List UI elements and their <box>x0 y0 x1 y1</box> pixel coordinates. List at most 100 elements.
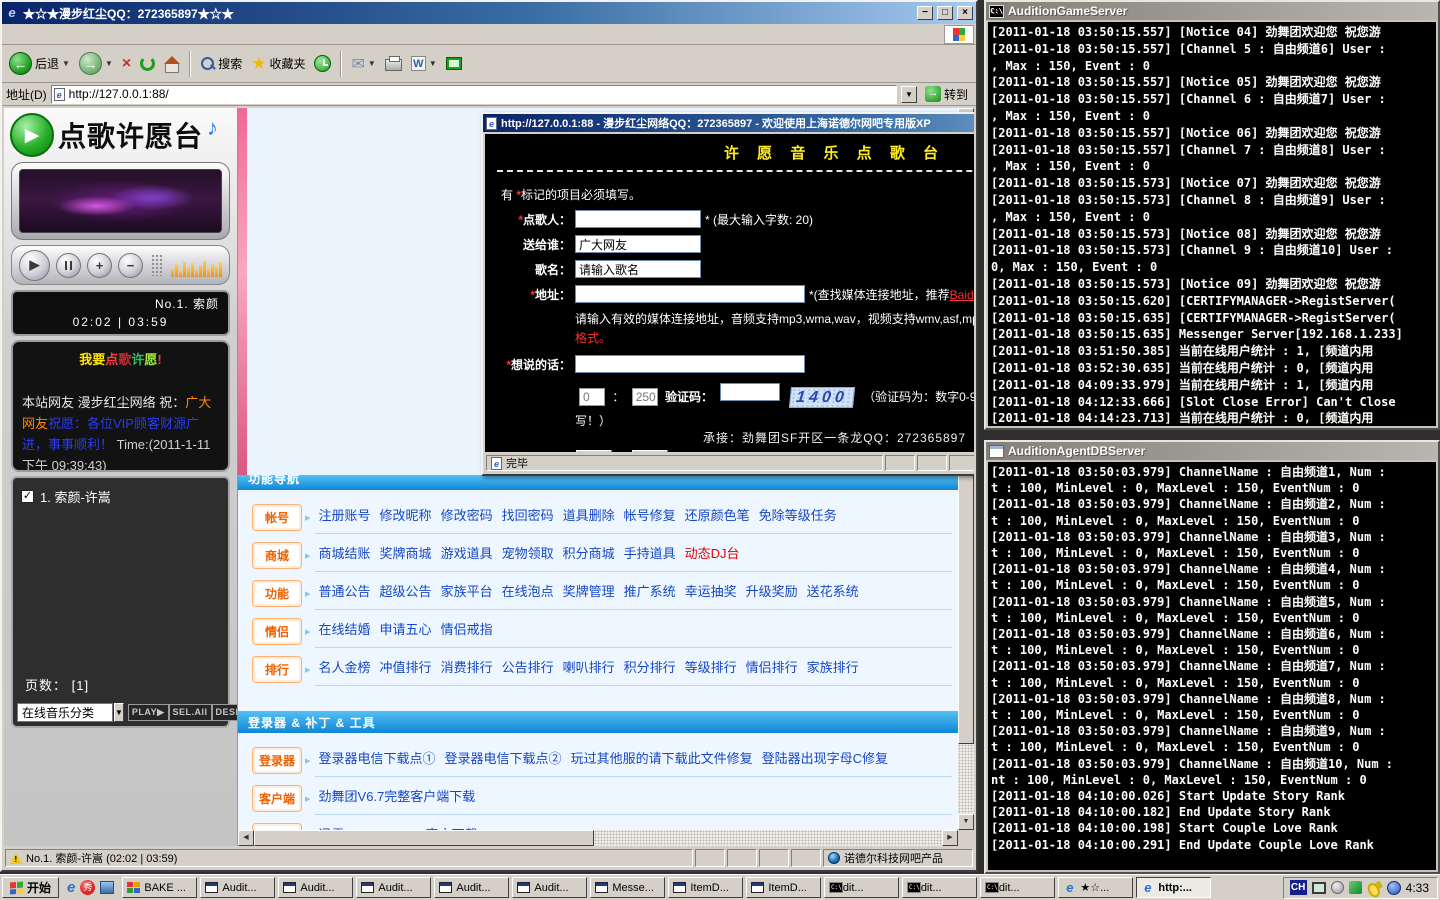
nav-link[interactable]: 幸运抽奖 <box>685 584 737 599</box>
download-link[interactable]: 玩过其他服的请下载此文件修复 <box>571 751 753 766</box>
singer-input[interactable] <box>575 210 701 228</box>
scroll-down-button[interactable]: ▼ <box>958 814 974 830</box>
refresh-button[interactable] <box>137 54 158 73</box>
url-input[interactable] <box>575 285 805 303</box>
nav-link[interactable]: 公告排行 <box>502 660 554 675</box>
console-titlebar[interactable]: C:\ AuditionGameServer <box>986 2 1438 20</box>
taskbar-task-button[interactable]: http:... <box>1136 877 1211 898</box>
close-button[interactable]: × <box>957 6 973 20</box>
nav-link[interactable]: 普通公告 <box>319 584 371 599</box>
pause-button[interactable] <box>56 253 81 278</box>
quick-launch-app-icon[interactable] <box>100 881 114 894</box>
play-button[interactable]: ▶ <box>19 250 50 281</box>
vertical-scroll-track[interactable] <box>958 744 974 814</box>
download-link[interactable]: 登录器电信下载点② <box>445 751 562 766</box>
volume-down-button[interactable]: − <box>118 253 143 278</box>
menu-view[interactable] <box>36 32 52 36</box>
nav-link[interactable]: 冲值排行 <box>380 660 432 675</box>
minimize-button[interactable]: − <box>917 6 933 20</box>
nav-link[interactable]: 找回密码 <box>502 508 554 523</box>
address-input[interactable]: e http://127.0.0.1:88/ <box>51 85 897 104</box>
nav-link[interactable]: 还原颜色笔 <box>685 508 750 523</box>
minute-input[interactable]: 0 <box>579 388 605 406</box>
nav-link[interactable]: 注册账号 <box>319 508 371 523</box>
captcha-input[interactable] <box>720 383 780 401</box>
page-number[interactable]: 页数： [1] <box>25 675 89 694</box>
volume-up-button[interactable]: + <box>87 253 112 278</box>
key-icon[interactable] <box>1366 881 1382 895</box>
nav-link[interactable]: 游戏道具 <box>441 546 493 561</box>
submit-button[interactable]: 确定 <box>575 449 613 452</box>
taskbar-task-button[interactable]: ItemD... <box>746 877 821 898</box>
playlist-item[interactable]: ✓ 1. 索颜-许嵩 <box>21 487 220 506</box>
section-label-button[interactable]: 情侣 <box>252 618 302 645</box>
nav-link[interactable]: 动态DJ台 <box>685 546 740 561</box>
network-icon[interactable] <box>1387 881 1401 895</box>
taskbar-task-button[interactable]: Audit... <box>434 877 509 898</box>
nav-link[interactable]: 送花系统 <box>807 584 859 599</box>
clear-button[interactable]: 清空 <box>631 449 669 452</box>
taskbar-task-button[interactable]: Audit... <box>512 877 587 898</box>
nav-link[interactable]: 道具删除 <box>563 508 615 523</box>
captcha-image[interactable]: 1400 <box>789 387 855 408</box>
taskbar-task-button[interactable]: Audit... <box>278 877 353 898</box>
nav-link[interactable]: 免除等级任务 <box>759 508 837 523</box>
nav-link[interactable]: 喇叭排行 <box>563 660 615 675</box>
nav-link[interactable]: 等级排行 <box>685 660 737 675</box>
nav-link[interactable]: 积分排行 <box>624 660 676 675</box>
nav-link[interactable]: 消费排行 <box>441 660 493 675</box>
scroll-right-button[interactable]: ▶ <box>942 830 958 846</box>
quick-launch-show-icon[interactable]: 秀 <box>80 880 95 895</box>
section-label-button[interactable]: 功能 <box>252 580 302 607</box>
nav-link[interactable]: 情侣排行 <box>746 660 798 675</box>
forward-button[interactable]: → ▼ <box>76 50 116 77</box>
browser-titlebar[interactable]: e ★☆★漫步红尘QQ：272365897★☆★ − □ × <box>2 2 976 24</box>
taskbar-task-button[interactable]: Audit... <box>200 877 275 898</box>
second-input[interactable]: 250 <box>632 388 658 406</box>
nav-link[interactable]: 在线泡点 <box>502 584 554 599</box>
quick-launch-ie-icon[interactable]: e <box>67 879 75 896</box>
taskbar-task-button[interactable]: BAKE ... <box>122 877 197 898</box>
message-input[interactable] <box>575 355 805 373</box>
section-label-button[interactable]: 登录器 <box>252 747 302 774</box>
display-icon[interactable] <box>1312 882 1326 894</box>
nav-link[interactable]: 奖牌管理 <box>563 584 615 599</box>
language-indicator[interactable]: CH <box>1290 880 1307 895</box>
horizontal-scroll-thumb[interactable] <box>254 830 594 846</box>
horizontal-scroll-track[interactable] <box>594 830 942 846</box>
taskbar-task-button[interactable]: Audit... <box>824 877 899 898</box>
taskbar-task-button[interactable]: Audit... <box>356 877 431 898</box>
dedicate-to-input[interactable]: 广大网友 <box>575 235 701 253</box>
nav-link[interactable]: 情侣戒指 <box>441 622 493 637</box>
playlist-action-button[interactable]: PLAY▶ <box>128 704 169 721</box>
playlist-action-button[interactable]: DESEL <box>212 704 238 721</box>
song-name-input[interactable]: 请输入歌名 <box>575 260 701 278</box>
scroll-left-button[interactable]: ◀ <box>238 830 254 846</box>
back-button[interactable]: ← 后退 ▼ <box>6 50 73 77</box>
menu-edit[interactable] <box>20 32 36 36</box>
download-link[interactable]: 登录器电信下载点① <box>319 751 436 766</box>
section-label-button[interactable]: 工具 <box>252 823 302 830</box>
taskbar-task-button[interactable]: ★☆... <box>1058 877 1133 898</box>
baidu-mp3-link[interactable]: Baidu MP3 搜索 <box>950 288 974 302</box>
nav-link[interactable]: 手持道具 <box>624 546 676 561</box>
taskbar-task-button[interactable]: ItemD... <box>668 877 743 898</box>
download-link[interactable]: 登陆器出现字母C修复 <box>762 751 888 766</box>
download-link[interactable]: 劲舞团V6.7完整客户端下载 <box>319 789 476 804</box>
back-dropdown-icon[interactable]: ▼ <box>62 59 70 68</box>
playlist-checkbox[interactable]: ✓ <box>21 490 34 503</box>
media-button[interactable] <box>443 55 465 72</box>
popup-titlebar[interactable]: e http://127.0.0.1:88 - 漫步红尘网络QQ：2723658… <box>483 114 974 132</box>
nav-link[interactable]: 帐号修复 <box>624 508 676 523</box>
menu-help[interactable] <box>84 32 100 36</box>
nav-link[interactable]: 推广系统 <box>624 584 676 599</box>
start-button[interactable]: 开始 <box>2 877 59 898</box>
print-button[interactable] <box>382 54 405 73</box>
volume-icon[interactable] <box>1331 881 1344 894</box>
edit-word-button[interactable]: W▼ <box>408 54 440 73</box>
mail-button[interactable]: ✉▼ <box>348 52 378 76</box>
nav-link[interactable]: 商城结账 <box>319 546 371 561</box>
horizontal-scrollbar[interactable]: ◀ ▶ <box>238 830 958 846</box>
taskbar-task-button[interactable]: Audit... <box>980 877 1055 898</box>
section-label-button[interactable]: 客户端 <box>252 785 302 812</box>
